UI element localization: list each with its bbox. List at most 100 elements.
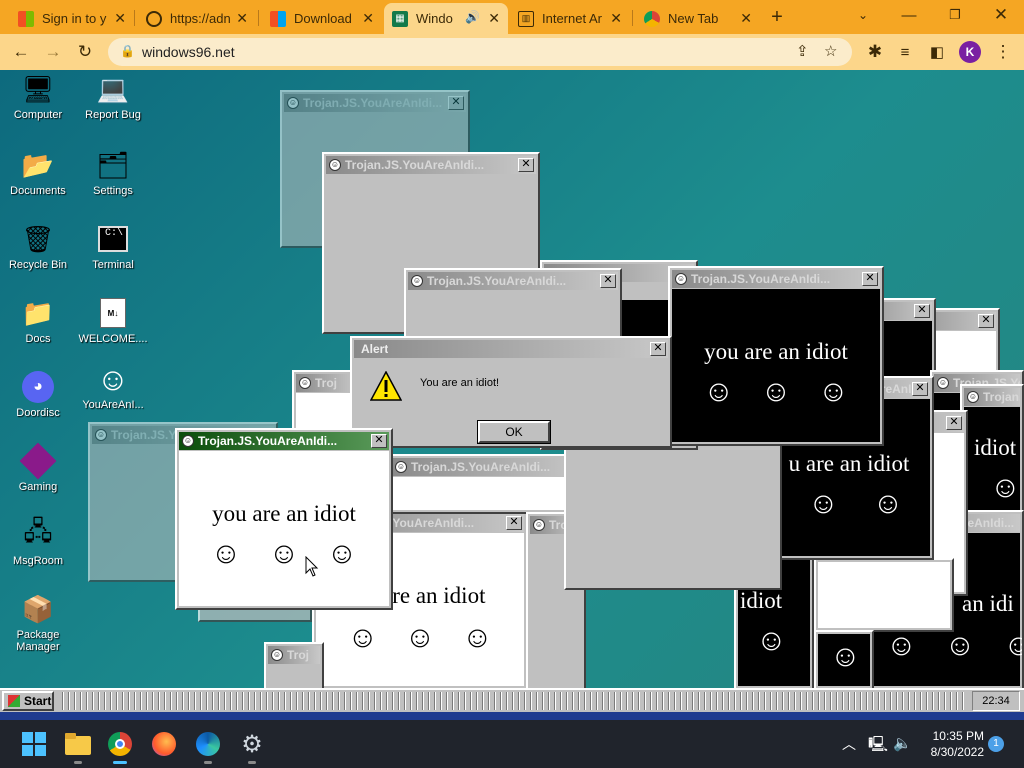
windows-taskbar: ⚙ ︿ 🖳 🔈 10:35 PM 8/30/2022 1 (0, 720, 1024, 768)
smiley-icon: ☺ (990, 471, 1021, 504)
back-icon[interactable]: ← (8, 39, 34, 65)
speaker-icon[interactable]: 🔊 (465, 10, 480, 24)
smiley-icon: ☺ (268, 537, 300, 570)
desktop-icon-package-manager[interactable]: 📦 Package Manager (3, 592, 73, 654)
close-button[interactable]: ✕ (518, 158, 534, 172)
virus-window[interactable] (814, 558, 954, 632)
tab-search-chevron-icon[interactable]: ⌄ (840, 0, 886, 30)
taskbar-window-buttons[interactable] (58, 692, 968, 710)
win96-clock: 22:34 (972, 691, 1020, 711)
window-titlebar[interactable]: ☺Trojan.JS.YouAreAnIdi... (964, 388, 1020, 406)
notification-badge[interactable]: 1 (988, 736, 1004, 752)
close-button[interactable]: ✕ (600, 274, 616, 288)
cube-icon (19, 442, 57, 480)
close-tab-icon[interactable]: ✕ (362, 10, 374, 27)
active-virus-window[interactable]: ☺ Trojan.JS.YouAreAnIdi... ✕ you are an i… (175, 428, 393, 610)
desktop-icon-msgroom[interactable]: 🖧 MsgRoom (3, 516, 73, 567)
address-bar[interactable]: 🔒 windows96.net ⇪ ☆ (108, 38, 852, 66)
window-titlebar[interactable]: ☺Trojan.JS.YouAreAnIdi... (408, 272, 618, 290)
tab-new-tab[interactable]: New Tab ✕ (636, 3, 760, 34)
window-titlebar[interactable]: ☺Trojan.JS.YouAreAnIdi... (672, 270, 880, 288)
smiley-icon: ☺ (967, 391, 979, 403)
close-tab-icon[interactable]: ✕ (114, 10, 126, 27)
desktop-icon-doordisc[interactable]: ◕ Doordisc (3, 370, 73, 419)
virus-window[interactable]: ☺ Troj (264, 642, 324, 688)
network-icon[interactable]: 🖳 (868, 734, 888, 759)
virus-window[interactable]: ☺ Trojan.JS.YouAreAnIdi... ✕ you are an i… (668, 266, 884, 446)
close-button[interactable]: ✕ (650, 342, 666, 356)
close-button[interactable]: ✕ (506, 516, 522, 530)
virus-window[interactable]: ☺Trojan.JS.YouAreAnIdi... (388, 454, 588, 514)
share-icon[interactable]: ⇪ (796, 42, 809, 60)
window-titlebar[interactable]: ☺Trojan.JS.YouAreAnIdi... (284, 94, 466, 112)
window-titlebar[interactable]: ☺Trojan.JS.YouAreAnIdi... (179, 432, 389, 450)
smiley-icon: ☺ (462, 621, 493, 654)
extensions-puzzle-icon[interactable]: ✱ (862, 39, 888, 65)
profile-avatar[interactable]: K (959, 41, 981, 63)
close-button[interactable]: ✕ (371, 434, 387, 448)
menu-kebab-icon[interactable]: ⋮ (990, 39, 1016, 65)
forward-icon[interactable]: → (40, 39, 66, 65)
close-button[interactable]: ✕ (912, 382, 928, 396)
tab-adn[interactable]: https://adn ✕ (138, 3, 256, 34)
settings-gear-icon[interactable]: ⚙ (238, 730, 266, 764)
tab-internet-archive[interactable]: ▥ Internet Ar ✕ (510, 3, 630, 34)
desktop-icon-settings[interactable]: 🗂 Settings (78, 148, 148, 198)
start-windows-icon[interactable] (20, 730, 48, 758)
chevron-up-icon[interactable]: ︿ (842, 734, 856, 754)
window-titlebar[interactable]: ☺ Troj (296, 374, 358, 392)
virus-window[interactable]: ☺ (814, 630, 874, 688)
close-tab-icon[interactable]: ✕ (236, 10, 248, 27)
close-window-icon[interactable]: ✕ (978, 0, 1024, 30)
smiley-icon: ☺ (182, 435, 194, 447)
desktop-icon-documents[interactable]: 📂 Documents (3, 148, 73, 198)
tab-download[interactable]: Download ✕ (262, 3, 382, 34)
volume-icon[interactable]: 🔈 (893, 734, 912, 752)
desktop-icon-youareanidiot[interactable]: ☺ YouAreAnI... (78, 361, 148, 412)
desktop-icon-gaming[interactable]: Gaming (3, 442, 73, 493)
side-panel-icon[interactable]: ◧ (924, 39, 950, 65)
close-button[interactable]: ✕ (914, 304, 930, 318)
tab-sign-in[interactable]: Sign in to y ✕ (10, 3, 134, 34)
window-titlebar[interactable]: ☺Trojan.JS.YouAreAnIdi... (392, 458, 584, 476)
desktop-icon-welcome[interactable]: M↓ WELCOME.... (78, 296, 148, 345)
close-button[interactable]: ✕ (862, 272, 878, 286)
desktop-icon-docs[interactable]: 📁 Docs (3, 296, 73, 346)
chrome-icon[interactable] (106, 730, 134, 764)
ok-button[interactable]: OK (477, 420, 551, 444)
close-tab-icon[interactable]: ✕ (610, 10, 622, 27)
restore-icon[interactable]: ❐ (932, 0, 978, 30)
lock-icon[interactable]: 🔒 (120, 44, 135, 58)
alert-dialog[interactable]: Alert ✕ You are an idiot! OK (350, 336, 672, 448)
win96-desktop: 🖥 Computer 💻 Report Bug 📂 Documents 🗂 Se… (0, 70, 1024, 688)
file-explorer-icon[interactable] (64, 730, 92, 764)
new-tab-plus-icon[interactable]: + (764, 4, 790, 30)
close-button[interactable]: ✕ (946, 416, 962, 430)
start-button[interactable]: Start (2, 691, 54, 711)
smiley-icon: ☺ (326, 537, 358, 570)
media-control-icon[interactable]: ≡ (892, 39, 918, 65)
firefox-icon[interactable] (150, 730, 178, 758)
folder-icon: 📁 (21, 297, 55, 328)
alert-titlebar[interactable]: Alert (354, 340, 668, 358)
system-clock[interactable]: 10:35 PM 8/30/2022 (914, 728, 984, 760)
desktop-icon-terminal[interactable]: C:\ Terminal (78, 222, 148, 271)
close-tab-icon[interactable]: ✕ (488, 10, 500, 27)
windows96-icon: ▦ (392, 10, 408, 27)
window-titlebar[interactable]: ☺ Troj (268, 646, 320, 664)
smiley-icon: ☺ (95, 429, 107, 441)
tab-windows96[interactable]: ▦ Windo 🔊 ✕ (384, 3, 508, 34)
desktop-icon-report-bug[interactable]: 💻 Report Bug (78, 72, 148, 122)
reload-icon[interactable]: ↻ (72, 39, 98, 65)
close-button[interactable]: ✕ (978, 314, 994, 328)
window-titlebar[interactable]: ☺Trojan.JS.YouAreAnIdi... (326, 156, 536, 174)
close-button[interactable]: ✕ (448, 96, 464, 110)
minimize-icon[interactable]: — (886, 0, 932, 30)
close-tab-icon[interactable]: ✕ (740, 10, 752, 27)
desktop-icon-recycle-bin[interactable]: 🗑 Recycle Bin (3, 222, 73, 272)
bookmark-star-icon[interactable]: ☆ (824, 42, 837, 60)
edge-icon[interactable] (194, 730, 222, 764)
url-text[interactable]: windows96.net (142, 44, 235, 60)
terminal-icon: C:\ (96, 222, 130, 256)
desktop-icon-computer[interactable]: 🖥 Computer (3, 72, 73, 122)
